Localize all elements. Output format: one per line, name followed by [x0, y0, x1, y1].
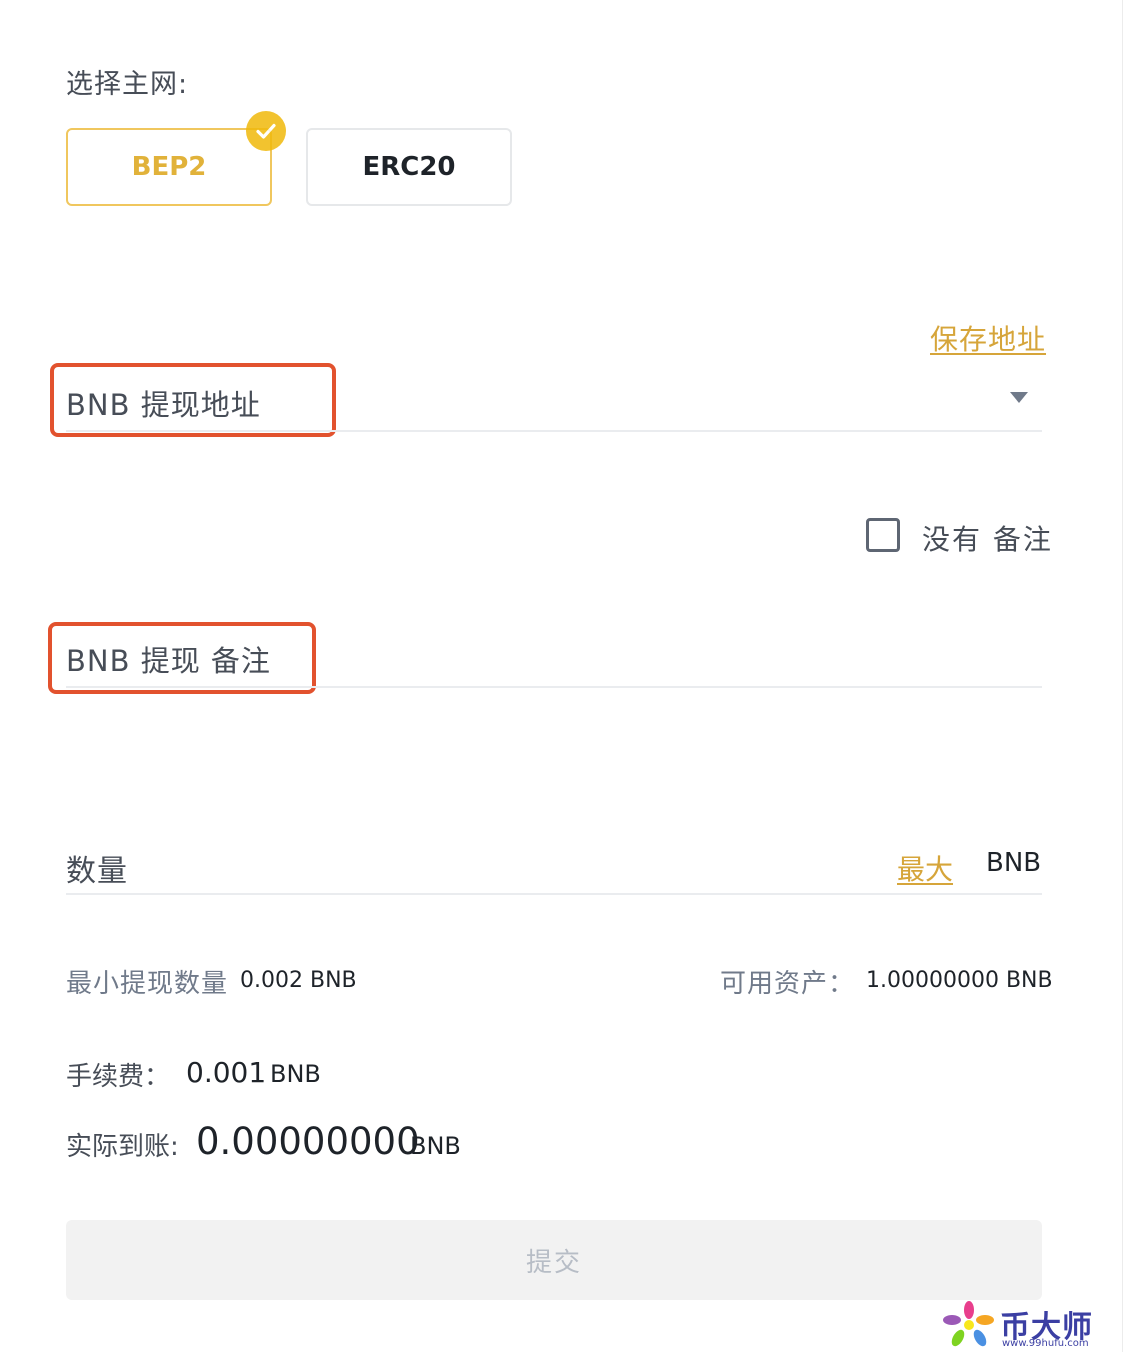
address-underline	[66, 430, 1042, 432]
flower-logo-icon	[943, 1301, 994, 1347]
amount-underline	[66, 893, 1042, 895]
receive-amount-value: 0.00000000	[196, 1120, 420, 1163]
available-balance-label: 可用资产：	[720, 969, 856, 999]
no-memo-label: 没有 备注	[922, 523, 1053, 556]
network-label: 选择主网:	[66, 69, 189, 100]
page-edge-divider	[1122, 0, 1123, 1352]
network-option-bep2[interactable]: BEP2	[66, 128, 272, 206]
watermark-url: www.99hufu.com	[1002, 1338, 1089, 1349]
no-memo-checkbox[interactable]	[866, 518, 900, 552]
max-amount-link[interactable]: 最大	[897, 848, 953, 888]
save-address-link[interactable]: 保存地址	[930, 318, 1046, 358]
receive-amount-label: 实际到账:	[66, 1132, 179, 1162]
watermark-logo: 币大师 www.99hufu.com	[940, 1300, 1110, 1352]
fee-value: 0.001	[186, 1056, 267, 1089]
amount-input[interactable]: 数量	[66, 846, 128, 890]
network-option-erc20[interactable]: ERC20	[306, 128, 512, 206]
amount-unit: BNB	[986, 848, 1042, 878]
address-input[interactable]: BNB 提现地址	[66, 382, 261, 424]
available-balance-value: 1.00000000 BNB	[866, 968, 1053, 993]
checkmark-icon	[246, 111, 286, 151]
fee-label: 手续费：	[66, 1062, 171, 1092]
fee-unit: BNB	[270, 1060, 321, 1088]
memo-input[interactable]: BNB 提现 备注	[66, 638, 271, 680]
receive-amount-unit: BNB	[410, 1132, 461, 1160]
submit-button[interactable]: 提交	[66, 1220, 1042, 1300]
dropdown-arrow-icon[interactable]	[1010, 392, 1028, 403]
memo-underline	[66, 686, 1042, 688]
min-withdraw-label: 最小提现数量	[66, 969, 229, 999]
min-withdraw-value: 0.002 BNB	[240, 968, 357, 993]
